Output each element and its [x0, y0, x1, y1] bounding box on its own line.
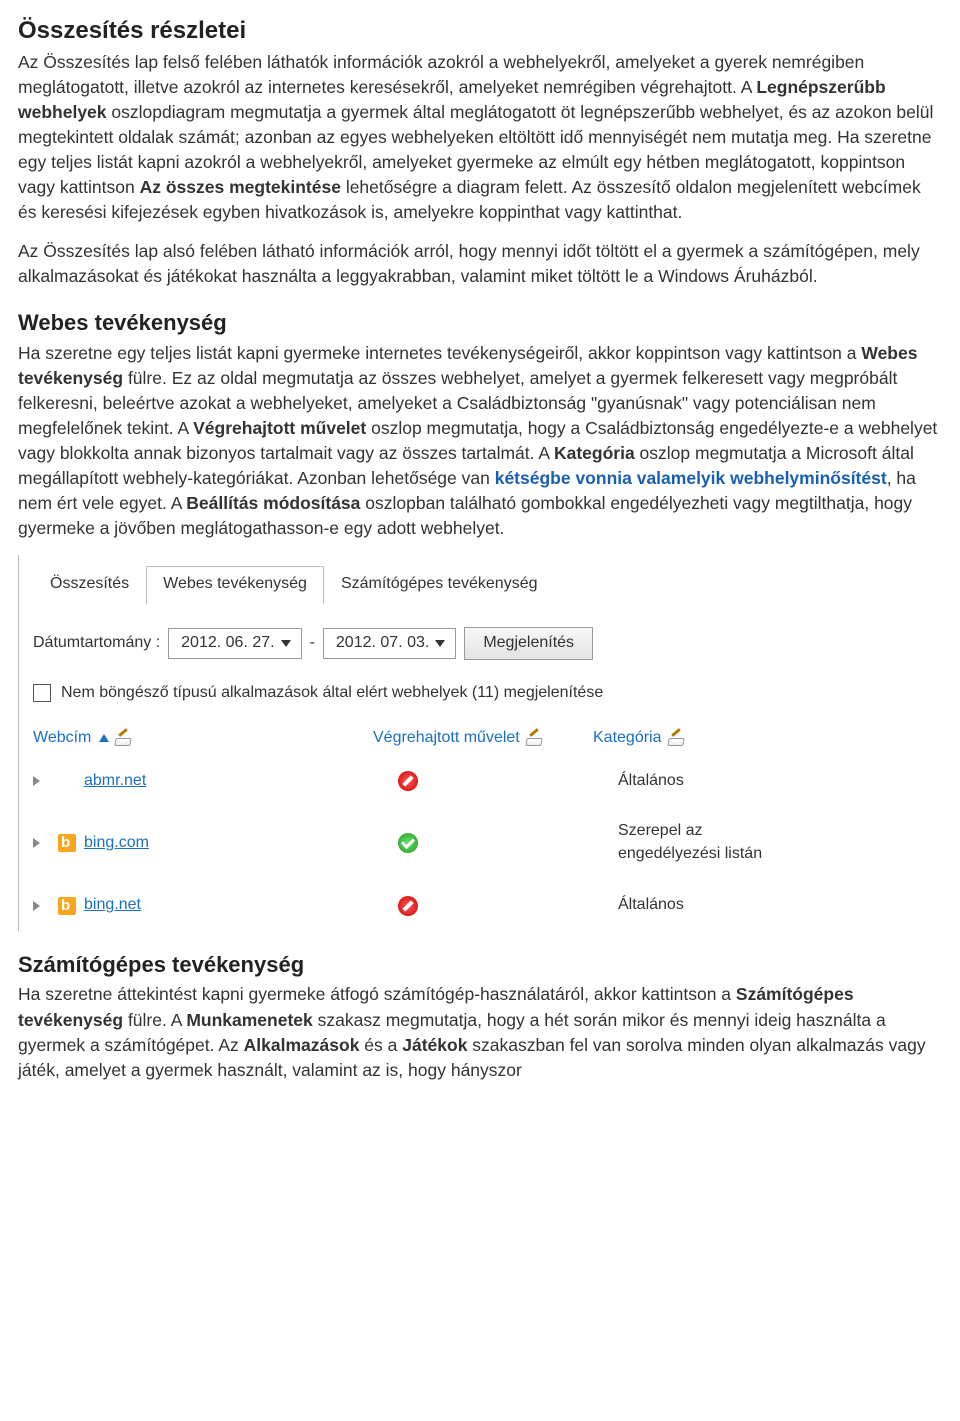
- date-range-label: Dátumtartomány :: [33, 632, 160, 655]
- disclosure-triangle-icon[interactable]: [33, 901, 40, 911]
- date-to-dropdown[interactable]: 2012. 07. 03.: [323, 628, 456, 659]
- favicon-blank-icon: [58, 772, 76, 790]
- category-cell: Szerepel az engedélyezési listán: [618, 820, 788, 866]
- site-link[interactable]: abmr.net: [84, 770, 146, 793]
- disclosure-triangle-icon[interactable]: [33, 838, 40, 848]
- site-link[interactable]: bing.net: [84, 894, 141, 917]
- edit-pencil-icon[interactable]: [668, 730, 686, 746]
- edit-pencil-icon[interactable]: [115, 730, 133, 746]
- link-dispute-rating[interactable]: kétségbe vonnia valamelyik webhelyminősí…: [495, 468, 887, 488]
- checkbox-label: Nem böngésző típusú alkalmazások által e…: [61, 682, 603, 705]
- chevron-down-icon: [435, 640, 445, 647]
- paragraph-web-activity: Ha szeretne egy teljes listát kapni gyer…: [18, 341, 942, 541]
- column-header-url[interactable]: Webcím: [33, 727, 373, 750]
- activity-panel: Összesítés Webes tevékenység Számítógépe…: [18, 555, 788, 931]
- date-to-value: 2012. 07. 03.: [336, 632, 429, 655]
- text-bold-view-all: Az összes megtekintése: [140, 177, 341, 197]
- heading-computer-activity: Számítógépes tevékenység: [18, 949, 942, 980]
- non-browser-checkbox-row[interactable]: Nem böngésző típusú alkalmazások által e…: [33, 682, 788, 705]
- favicon-bing-icon: [58, 897, 76, 915]
- tab-bar: Összesítés Webes tevékenység Számítógépe…: [33, 565, 788, 605]
- sort-asc-icon: [99, 734, 109, 742]
- table-row: bing.net Általános: [33, 880, 788, 931]
- text: Ha szeretne egy teljes listát kapni gyer…: [18, 343, 861, 363]
- date-range-row: Dátumtartomány : 2012. 06. 27. - 2012. 0…: [33, 627, 788, 660]
- blocked-status-icon: [398, 896, 418, 916]
- category-cell: Általános: [618, 894, 788, 917]
- checkbox-icon[interactable]: [33, 684, 51, 702]
- text-bold-category-col: Kategória: [554, 443, 635, 463]
- tab-web-activity[interactable]: Webes tevékenység: [146, 566, 324, 605]
- heading-summary-details: Összesítés részletei: [18, 14, 942, 48]
- table-row: abmr.net Általános: [33, 756, 788, 807]
- table-row: bing.com Szerepel az engedélyezési listá…: [33, 806, 788, 880]
- text-bold-sessions: Munkamenetek: [186, 1010, 312, 1030]
- column-action-label: Végrehajtott művelet: [373, 727, 520, 750]
- site-link[interactable]: bing.com: [84, 832, 149, 855]
- allowed-status-icon: [398, 833, 418, 853]
- paragraph-summary-2: Az Összesítés lap alsó felében látható i…: [18, 239, 942, 289]
- tab-summary[interactable]: Összesítés: [33, 566, 146, 605]
- disclosure-triangle-icon[interactable]: [33, 776, 40, 786]
- text: Ha szeretne áttekintést kapni gyermeke á…: [18, 984, 736, 1004]
- text-bold-action-col: Végrehajtott művelet: [193, 418, 366, 438]
- text: fülre. A: [123, 1010, 186, 1030]
- column-url-label: Webcím: [33, 727, 91, 750]
- text-bold-games: Játékok: [402, 1035, 467, 1055]
- text-bold-change-setting: Beállítás módosítása: [186, 493, 360, 513]
- edit-pencil-icon[interactable]: [526, 730, 544, 746]
- date-range-separator: -: [310, 632, 315, 655]
- favicon-bing-icon: [58, 834, 76, 852]
- show-button[interactable]: Megjelenítés: [464, 627, 593, 660]
- category-cell: Általános: [618, 770, 788, 793]
- column-header-action[interactable]: Végrehajtott művelet: [373, 727, 593, 750]
- chevron-down-icon: [281, 640, 291, 647]
- column-category-label: Kategória: [593, 727, 662, 750]
- text-bold-apps: Alkalmazások: [244, 1035, 360, 1055]
- date-from-dropdown[interactable]: 2012. 06. 27.: [168, 628, 301, 659]
- heading-web-activity: Webes tevékenység: [18, 307, 942, 338]
- date-from-value: 2012. 06. 27.: [181, 632, 274, 655]
- text: és a: [359, 1035, 402, 1055]
- tab-computer-activity[interactable]: Számítógépes tevékenység: [324, 566, 555, 605]
- column-header-category[interactable]: Kategória: [593, 727, 748, 750]
- table-header: Webcím Végrehajtott művelet Kategória: [33, 727, 788, 750]
- paragraph-summary-1: Az Összesítés lap felső felében láthatók…: [18, 50, 942, 225]
- text: Az Összesítés lap felső felében láthatók…: [18, 52, 864, 97]
- paragraph-computer-activity: Ha szeretne áttekintést kapni gyermeke á…: [18, 982, 942, 1082]
- blocked-status-icon: [398, 771, 418, 791]
